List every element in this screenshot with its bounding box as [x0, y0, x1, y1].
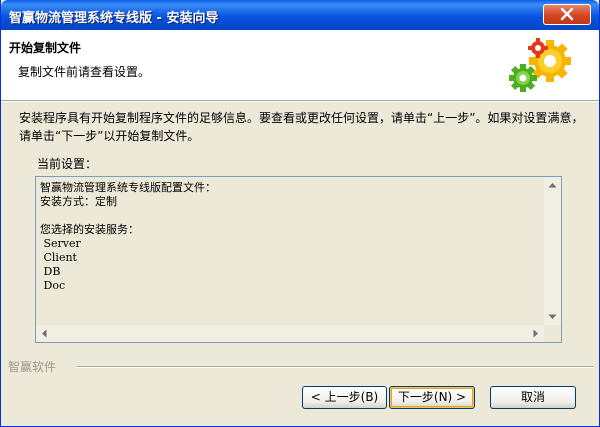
header-divider: [1, 101, 599, 102]
scroll-right-icon[interactable]: [527, 325, 544, 342]
settings-line: Server: [40, 237, 81, 250]
brand-divider: [77, 366, 593, 368]
settings-textbox[interactable]: 智赢物流管理系统专线版配置文件： 安装方式：定制 您选择的安装服务： Serve…: [35, 176, 562, 343]
settings-line: DB: [40, 265, 61, 278]
page-subtitle: 复制文件前请查看设置。: [18, 65, 151, 79]
brand-label: 智赢软件: [8, 358, 61, 375]
current-settings-label: 当前设置：: [37, 157, 98, 171]
vertical-scrollbar[interactable]: [544, 177, 561, 325]
settings-line: [40, 209, 216, 223]
page-title: 开始复制文件: [9, 41, 82, 55]
close-icon: [560, 8, 574, 21]
gears-icon: [509, 38, 571, 92]
scroll-up-icon[interactable]: [544, 177, 561, 194]
settings-line: 安装方式：定制: [40, 195, 117, 208]
back-button[interactable]: < 上一步(B): [302, 386, 387, 409]
scroll-down-icon[interactable]: [544, 308, 561, 325]
settings-line: 智赢物流管理系统专线版配置文件：: [40, 181, 216, 194]
cancel-button[interactable]: 取消: [490, 386, 576, 409]
scrollbar-corner: [544, 325, 561, 342]
intro-text: 安装程序具有开始复制程序文件的足够信息。要查看或更改任何设置，请单击“上一步”。…: [19, 111, 584, 143]
window-title: 智赢物流管理系统专线版 - 安装向导: [9, 11, 219, 26]
close-button[interactable]: [543, 4, 591, 25]
settings-text: 智赢物流管理系统专线版配置文件： 安装方式：定制 您选择的安装服务： Serve…: [40, 181, 216, 293]
installer-window: 智赢物流管理系统专线版 - 安装向导 开始复制文件 复制文件前请查看设置。 安装…: [0, 0, 600, 427]
title-bar[interactable]: 智赢物流管理系统专线版 - 安装向导: [1, 0, 599, 30]
scroll-left-icon[interactable]: [36, 325, 53, 342]
horizontal-scrollbar[interactable]: [36, 325, 544, 342]
settings-line: Client: [40, 251, 77, 264]
settings-line: 您选择的安装服务：: [40, 223, 139, 236]
settings-line: Doc: [40, 279, 66, 292]
next-button[interactable]: 下一步(N) >: [389, 386, 475, 409]
wizard-header: 开始复制文件 复制文件前请查看设置。: [1, 30, 599, 101]
